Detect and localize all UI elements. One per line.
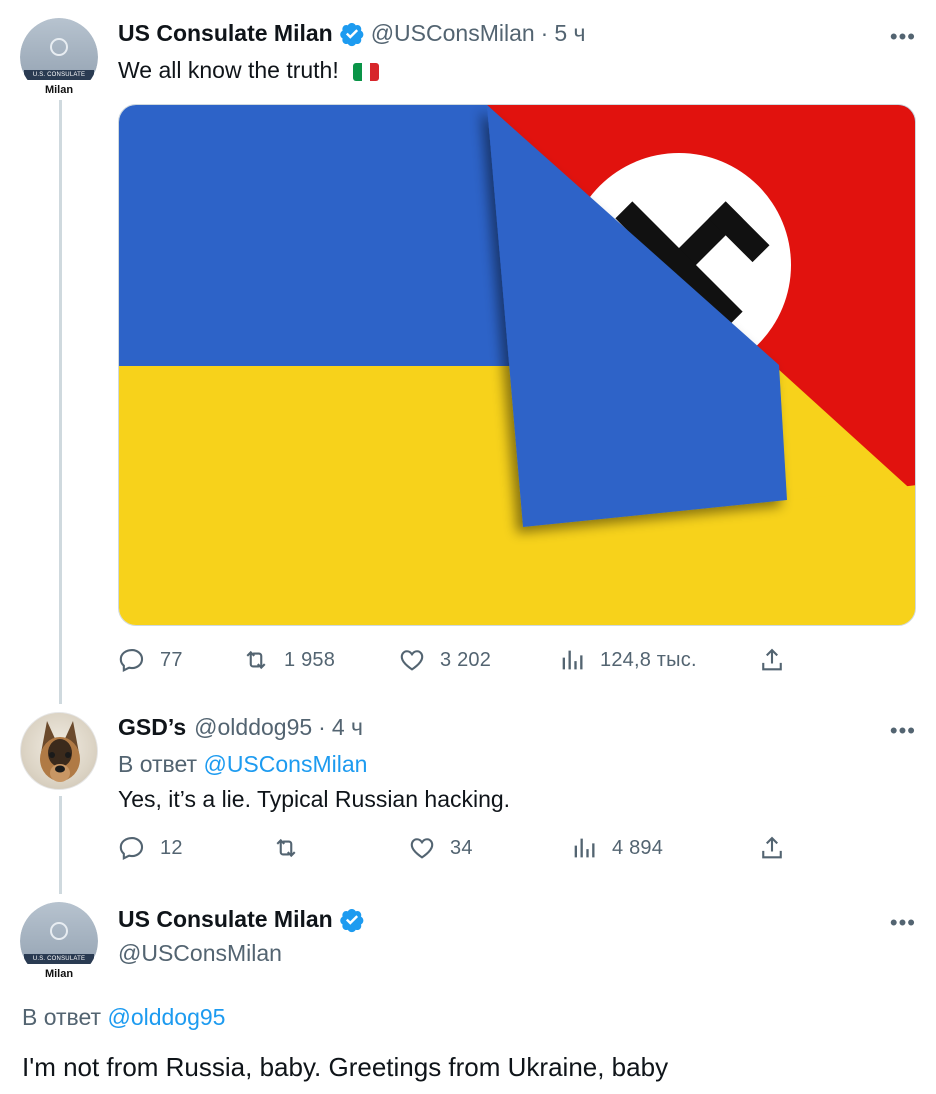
- reply-button[interactable]: 77: [118, 646, 183, 674]
- reply-mention-link[interactable]: @olddog95: [107, 1004, 225, 1030]
- retweet-button[interactable]: 1 958: [242, 646, 335, 674]
- reply-prefix: В ответ: [118, 751, 198, 777]
- author-name[interactable]: US Consulate Milan: [118, 906, 333, 933]
- flag-collage-image: [119, 105, 915, 625]
- tweet-original[interactable]: U.S. CONSULATE Milan US Consulate Milan …: [0, 0, 936, 700]
- retweet-button[interactable]: [272, 834, 314, 862]
- avatar-city-text: Milan: [44, 968, 74, 980]
- reply-context: В ответ @olddog95: [22, 1004, 225, 1031]
- reply-count: 77: [160, 648, 183, 671]
- views-count: 124,8 тыс.: [600, 648, 697, 671]
- author-name[interactable]: GSD’s: [118, 714, 186, 741]
- like-button[interactable]: 34: [408, 834, 473, 862]
- share-icon: [762, 836, 782, 859]
- views-button[interactable]: 4 894: [570, 834, 663, 862]
- author-handle[interactable]: @USConsMilan: [118, 940, 282, 967]
- tweet-focused[interactable]: U.S. CONSULATE Milan US Consulate Milan …: [0, 890, 936, 1094]
- avatar-band-text: U.S. CONSULATE: [24, 70, 94, 80]
- flag-italy-icon: [353, 62, 380, 81]
- author-name[interactable]: US Consulate Milan: [118, 20, 333, 47]
- verified-badge-icon: [339, 908, 364, 932]
- share-icon: [762, 648, 782, 671]
- avatar[interactable]: U.S. CONSULATE Milan: [20, 18, 98, 96]
- reply-context: В ответ @USConsMilan: [118, 751, 367, 778]
- heart-icon: [400, 650, 424, 671]
- like-count: 34: [450, 836, 473, 859]
- tweet-text-content: We all know the truth!: [118, 57, 339, 83]
- reply-icon: [119, 837, 144, 860]
- verified-badge-icon: [339, 22, 364, 46]
- avatar[interactable]: U.S. CONSULATE Milan: [20, 902, 98, 980]
- more-options-icon[interactable]: •••: [890, 24, 916, 50]
- reply-icon: [119, 649, 144, 672]
- retweet-icon: [276, 838, 296, 858]
- share-button[interactable]: [758, 646, 800, 674]
- more-options-icon[interactable]: •••: [890, 910, 916, 936]
- tweet-header: GSD’s @olddog95 · 4 ч: [118, 714, 363, 741]
- tweet-reply[interactable]: GSD’s @olddog95 · 4 ч ••• В ответ @USCon…: [0, 700, 936, 890]
- separator-dot: ·: [318, 714, 326, 740]
- author-handle[interactable]: @olddog95: [194, 714, 312, 741]
- views-button[interactable]: 124,8 тыс.: [558, 646, 697, 674]
- like-count: 3 202: [440, 648, 492, 671]
- reply-mention-link[interactable]: @USConsMilan: [203, 751, 367, 777]
- separator-dot: ·: [540, 20, 549, 46]
- reply-count: 12: [160, 836, 183, 859]
- tweet-text: We all know the truth!: [118, 57, 380, 84]
- retweet-icon: [246, 650, 266, 670]
- views-chart-icon: [562, 650, 583, 670]
- tweet-header: US Consulate Milan @USConsMilan · 5 ч: [118, 20, 586, 47]
- more-options-icon[interactable]: •••: [890, 718, 916, 744]
- heart-icon: [410, 838, 434, 859]
- retweet-count: 1 958: [284, 648, 336, 671]
- avatar-city-text: Milan: [44, 84, 74, 96]
- dog-avatar-image: [40, 721, 80, 782]
- share-button[interactable]: [758, 834, 800, 862]
- tweet-actions: 77 1 958 3 202 124,8 тыс.: [118, 646, 818, 678]
- tweet-text: I'm not from Russia, baby. Greetings fro…: [22, 1052, 669, 1082]
- timestamp[interactable]: 5 ч: [554, 20, 585, 47]
- views-chart-icon: [574, 838, 595, 858]
- author-handle[interactable]: @USConsMilan: [371, 20, 535, 47]
- handle-row: @USConsMilan: [118, 940, 282, 967]
- tweet-text: Yes, it’s a lie. Typical Russian hacking…: [118, 786, 511, 812]
- like-button[interactable]: 3 202: [398, 646, 491, 674]
- timestamp[interactable]: 4 ч: [332, 714, 363, 741]
- views-count: 4 894: [612, 836, 664, 859]
- reply-prefix: В ответ: [22, 1004, 102, 1030]
- tweet-header: US Consulate Milan: [118, 906, 371, 933]
- tweet-actions: 12 34 4 894: [118, 834, 818, 866]
- tweet-image[interactable]: [118, 104, 916, 626]
- reply-button[interactable]: 12: [118, 834, 183, 862]
- avatar[interactable]: [20, 712, 98, 790]
- avatar-band-text: U.S. CONSULATE: [24, 954, 94, 964]
